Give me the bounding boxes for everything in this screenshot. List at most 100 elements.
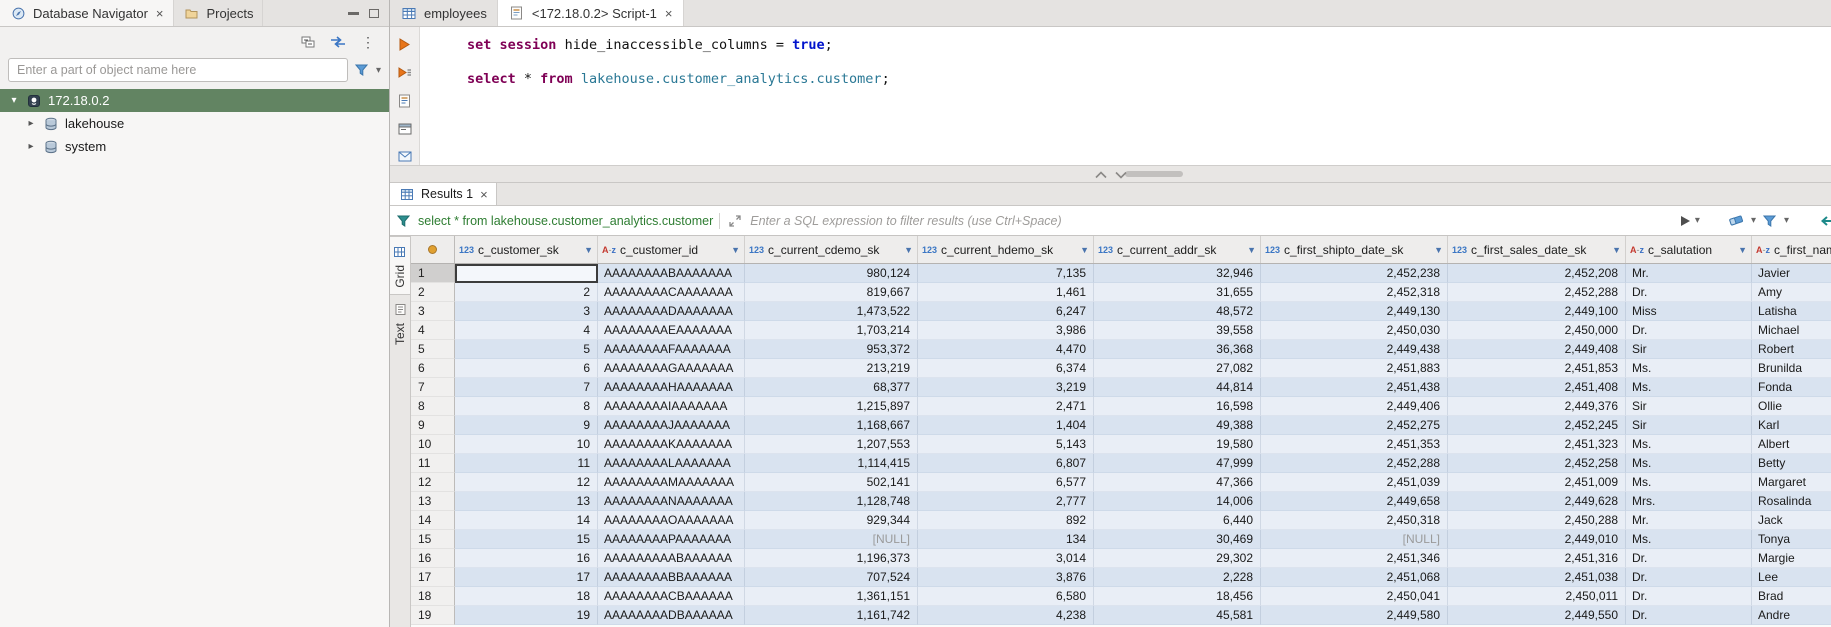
grid-cell[interactable]: 1,703,214 <box>745 321 918 340</box>
grid-cell[interactable]: 2 <box>455 283 598 302</box>
grid-cell[interactable]: 14,006 <box>1094 492 1261 511</box>
grid-cell[interactable]: 49,388 <box>1094 416 1261 435</box>
grid-cell[interactable]: 7,135 <box>918 264 1094 283</box>
row-number[interactable]: 2 <box>411 283 455 302</box>
column-header-c_first_shipto_date_sk[interactable]: 123c_first_shipto_date_sk▼ <box>1261 236 1448 263</box>
row-number[interactable]: 9 <box>411 416 455 435</box>
collapse-up-icon[interactable] <box>1095 167 1107 182</box>
grid-cell[interactable]: Latisha <box>1752 302 1831 321</box>
grid-cell[interactable] <box>455 264 598 283</box>
chevron-right-icon[interactable]: ▸ <box>25 118 37 129</box>
grid-cell[interactable]: Margie <box>1752 549 1831 568</box>
grid-cell[interactable]: 2,451,039 <box>1261 473 1448 492</box>
grid-cell[interactable]: 48,572 <box>1094 302 1261 321</box>
grid-cell[interactable]: 13 <box>455 492 598 511</box>
grid-cell[interactable]: 7 <box>455 378 598 397</box>
row-number[interactable]: 13 <box>411 492 455 511</box>
grid-cell[interactable]: Michael <box>1752 321 1831 340</box>
grid-cell[interactable]: 2,451,009 <box>1448 473 1626 492</box>
grid-cell[interactable]: Dr. <box>1626 321 1752 340</box>
row-number[interactable]: 7 <box>411 378 455 397</box>
column-header-c_current_hdemo_sk[interactable]: 123c_current_hdemo_sk▼ <box>918 236 1094 263</box>
row-number[interactable]: 11 <box>411 454 455 473</box>
grid-cell[interactable]: 36,368 <box>1094 340 1261 359</box>
grid-cell[interactable]: AAAAAAAAPAAAAAAA <box>598 530 745 549</box>
grid-cell[interactable]: 45,581 <box>1094 606 1261 625</box>
maximize-button[interactable] <box>369 9 379 18</box>
row-number[interactable]: 6 <box>411 359 455 378</box>
close-icon[interactable]: × <box>156 6 164 21</box>
collapse-all-icon[interactable] <box>299 33 317 51</box>
grid-cell[interactable]: AAAAAAAALAAAAAAA <box>598 454 745 473</box>
grid-cell[interactable]: Rosalinda <box>1752 492 1831 511</box>
object-filter-input[interactable] <box>8 58 348 82</box>
grid-cell[interactable]: 3,876 <box>918 568 1094 587</box>
sort-dropdown-icon[interactable]: ▼ <box>1080 245 1089 255</box>
grid-cell[interactable]: Ms. <box>1626 435 1752 454</box>
grid-cell[interactable]: AAAAAAAAFAAAAAAA <box>598 340 745 359</box>
grid-cell[interactable]: Brad <box>1752 587 1831 606</box>
grid-cell[interactable]: Fonda <box>1752 378 1831 397</box>
grid-cell[interactable]: 2,449,406 <box>1261 397 1448 416</box>
grid-cell[interactable]: 819,667 <box>745 283 918 302</box>
row-number[interactable]: 18 <box>411 587 455 606</box>
grid-cell[interactable]: [NULL] <box>745 530 918 549</box>
grid-cell[interactable]: Betty <box>1752 454 1831 473</box>
grid-cell[interactable]: AAAAAAAAHAAAAAAA <box>598 378 745 397</box>
minimize-button[interactable] <box>348 12 359 15</box>
grid-cell[interactable]: 2,449,628 <box>1448 492 1626 511</box>
grid-cell[interactable]: 1,215,897 <box>745 397 918 416</box>
grid-corner-cell[interactable] <box>411 236 455 263</box>
column-header-c_customer_sk[interactable]: 123c_customer_sk▼ <box>455 236 598 263</box>
grid-cell[interactable]: Lee <box>1752 568 1831 587</box>
execute-statement-icon[interactable] <box>396 36 414 53</box>
row-number[interactable]: 8 <box>411 397 455 416</box>
column-header-c_customer_id[interactable]: A-zc_customer_id▼ <box>598 236 745 263</box>
row-number[interactable]: 12 <box>411 473 455 492</box>
grid-cell[interactable]: 2,449,010 <box>1448 530 1626 549</box>
editor-results-sash[interactable] <box>390 165 1831 183</box>
grid-cell[interactable]: 19 <box>455 606 598 625</box>
grid-cell[interactable]: 2,450,318 <box>1261 511 1448 530</box>
filter-icon[interactable] <box>1761 212 1779 230</box>
grid-cell[interactable]: Mrs. <box>1626 492 1752 511</box>
row-number[interactable]: 10 <box>411 435 455 454</box>
grid-cell[interactable]: Sir <box>1626 340 1752 359</box>
grid-cell[interactable]: Mr. <box>1626 511 1752 530</box>
grid-cell[interactable]: 2,450,011 <box>1448 587 1626 606</box>
grid-cell[interactable]: Dr. <box>1626 606 1752 625</box>
explain-plan-icon[interactable] <box>396 92 414 109</box>
grid-cell[interactable]: 2,450,288 <box>1448 511 1626 530</box>
sort-dropdown-icon[interactable]: ▼ <box>1612 245 1621 255</box>
grid-cell[interactable]: 47,366 <box>1094 473 1261 492</box>
grid-cell[interactable]: 2,450,000 <box>1448 321 1626 340</box>
grid-cell[interactable]: Albert <box>1752 435 1831 454</box>
grid-cell[interactable]: 15 <box>455 530 598 549</box>
grid-cell[interactable]: 6 <box>455 359 598 378</box>
grid-cell[interactable]: AAAAAAAABBAAAAAA <box>598 568 745 587</box>
grid-cell[interactable]: 1,461 <box>918 283 1094 302</box>
grid-cell[interactable]: 2,449,438 <box>1261 340 1448 359</box>
grid-cell[interactable]: Ms. <box>1626 473 1752 492</box>
tab-text-presentation[interactable]: Text <box>390 295 411 351</box>
sql-editor[interactable]: set session hide_inaccessible_columns = … <box>390 27 1831 165</box>
tree-item-lakehouse[interactable]: ▸lakehouse <box>0 112 389 135</box>
grid-cell[interactable]: 2,451,038 <box>1448 568 1626 587</box>
grid-cell[interactable]: 2,451,316 <box>1448 549 1626 568</box>
grid-cell[interactable]: 3 <box>455 302 598 321</box>
grid-cell[interactable]: Dr. <box>1626 587 1752 606</box>
grid-cell[interactable]: 14 <box>455 511 598 530</box>
apply-filter-icon[interactable] <box>1681 216 1690 226</box>
tab-database-navigator[interactable]: Database Navigator × <box>0 0 174 26</box>
grid-cell[interactable]: 18 <box>455 587 598 606</box>
grid-cell[interactable]: 30,469 <box>1094 530 1261 549</box>
grid-cell[interactable]: 1,114,415 <box>745 454 918 473</box>
grid-cell[interactable]: 68,377 <box>745 378 918 397</box>
column-header-c_current_addr_sk[interactable]: 123c_current_addr_sk▼ <box>1094 236 1261 263</box>
grid-cell[interactable]: 1,473,522 <box>745 302 918 321</box>
grid-cell[interactable]: 32,946 <box>1094 264 1261 283</box>
grid-cell[interactable]: Sir <box>1626 416 1752 435</box>
grid-cell[interactable]: 4,470 <box>918 340 1094 359</box>
grid-cell[interactable]: 11 <box>455 454 598 473</box>
grid-cell[interactable]: 2,452,318 <box>1261 283 1448 302</box>
